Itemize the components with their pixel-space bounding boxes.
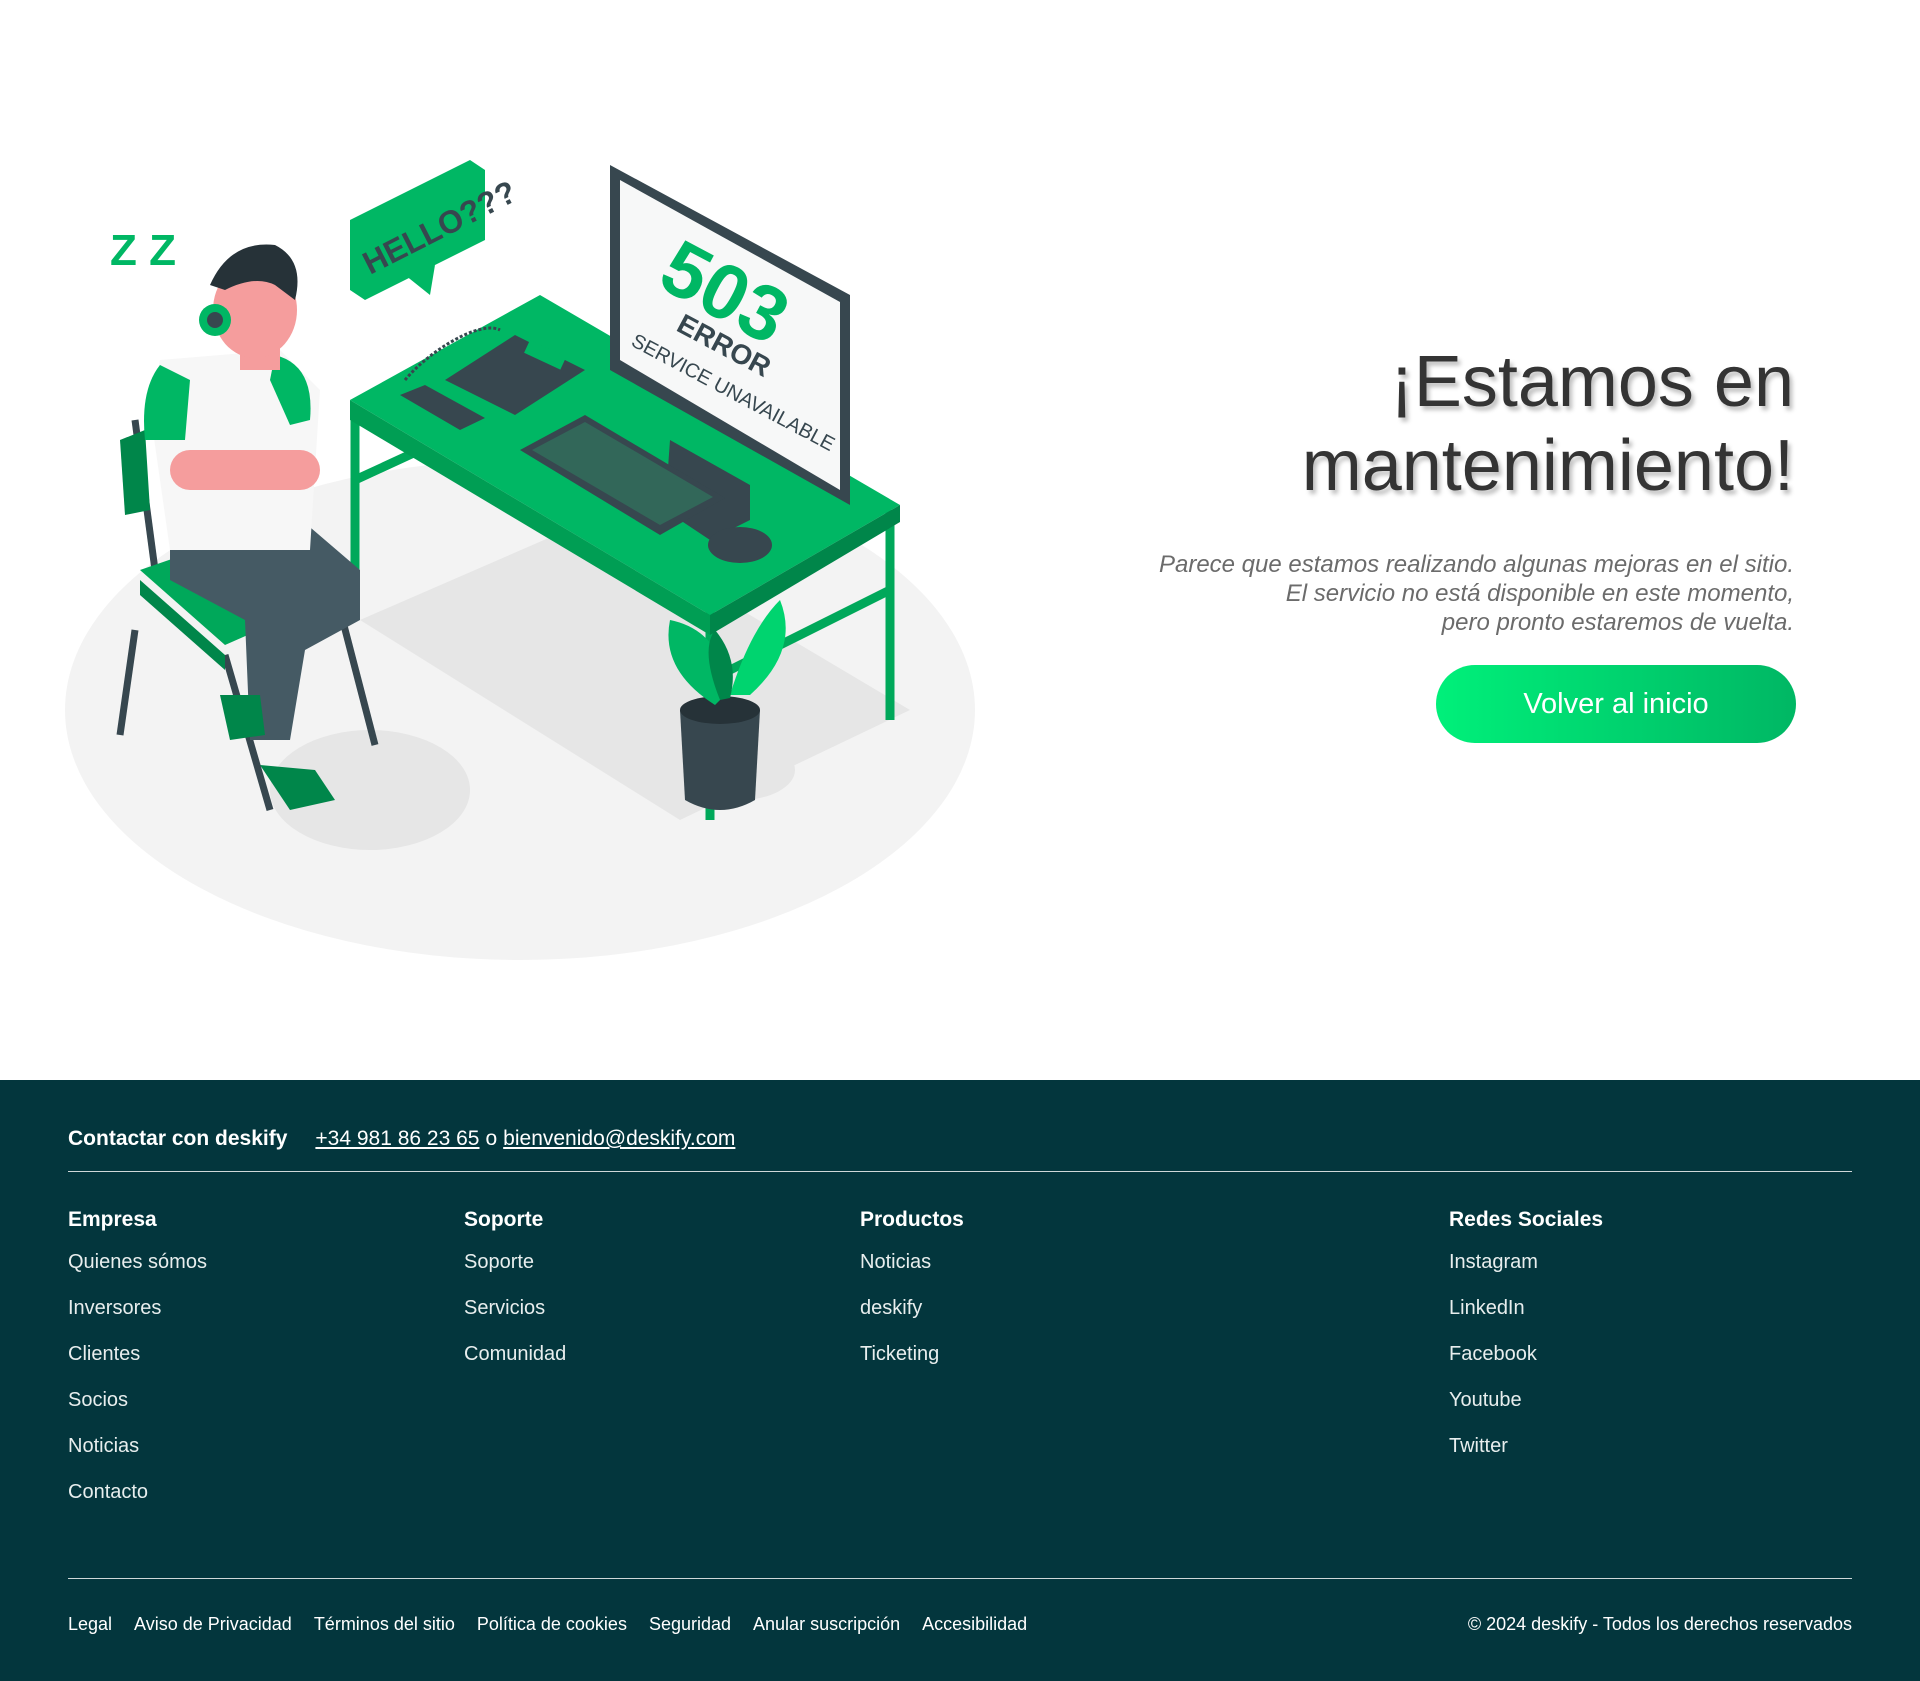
site-footer: Contactar con deskify +34 981 86 23 65 o…	[0, 1080, 1920, 1681]
back-home-button[interactable]: Volver al inicio	[1436, 665, 1796, 743]
copyright-text: © 2024 deskify - Todos los derechos rese…	[1467, 1614, 1852, 1634]
maintenance-illustration: 503 ERROR SERVICE UNAVAILABLE HELLO??? Z…	[65, 160, 975, 960]
footer-divider-bottom	[68, 1578, 1852, 1579]
footer-column-title: Productos	[860, 1208, 964, 1231]
contact-phone-link[interactable]: +34 981 86 23 65	[315, 1127, 479, 1151]
legal-link[interactable]: Seguridad	[649, 1614, 731, 1635]
sleep-letters: Z Z	[110, 226, 176, 275]
subtitle-line: pero pronto estaremos de vuelta.	[1441, 609, 1794, 636]
footer-link[interactable]: Ticketing	[860, 1342, 964, 1366]
footer-column-soporte: Soporte Soporte Servicios Comunidad	[464, 1208, 566, 1388]
footer-link[interactable]: Contacto	[68, 1480, 207, 1504]
footer-link[interactable]: Twitter	[1449, 1434, 1603, 1458]
footer-link[interactable]: LinkedIn	[1449, 1296, 1603, 1320]
footer-link[interactable]: Inversores	[68, 1296, 207, 1320]
footer-link[interactable]: Noticias	[68, 1434, 207, 1458]
legal-link[interactable]: Política de cookies	[477, 1614, 627, 1635]
legal-links: Legal Aviso de Privacidad Términos del s…	[68, 1614, 1049, 1635]
contact-separator: o	[485, 1127, 498, 1150]
footer-link[interactable]: Noticias	[860, 1250, 964, 1274]
legal-link[interactable]: Legal	[68, 1614, 112, 1635]
footer-link[interactable]: Quienes sómos	[68, 1250, 207, 1274]
contact-email-link[interactable]: bienvenido@deskify.com	[503, 1127, 735, 1151]
legal-link[interactable]: Términos del sitio	[314, 1614, 455, 1635]
legal-link[interactable]: Anular suscripción	[753, 1614, 900, 1635]
footer-column-redes-sociales: Redes Sociales Instagram LinkedIn Facebo…	[1449, 1208, 1603, 1480]
hero-section: 503 ERROR SERVICE UNAVAILABLE HELLO??? Z…	[0, 0, 1920, 1080]
footer-link[interactable]: Servicios	[464, 1296, 566, 1320]
footer-link[interactable]: Soporte	[464, 1250, 566, 1274]
mouse	[708, 527, 772, 563]
footer-link[interactable]: Instagram	[1449, 1250, 1603, 1274]
footer-column-empresa: Empresa Quienes sómos Inversores Cliente…	[68, 1208, 207, 1526]
legal-link[interactable]: Aviso de Privacidad	[134, 1614, 292, 1635]
footer-column-title: Empresa	[68, 1208, 157, 1231]
footer-link[interactable]: deskify	[860, 1296, 964, 1320]
footer-link[interactable]: Socios	[68, 1388, 207, 1412]
footer-column-title: Soporte	[464, 1208, 544, 1231]
footer-link[interactable]: Youtube	[1449, 1388, 1603, 1412]
footer-link[interactable]: Facebook	[1449, 1342, 1603, 1366]
page-title: ¡Estamos en mantenimiento!	[1301, 342, 1794, 506]
footer-divider-top	[68, 1171, 1852, 1172]
subtitle-line: Parece que estamos realizando algunas me…	[1158, 551, 1794, 578]
footer-link[interactable]: Clientes	[68, 1342, 207, 1366]
contact-row: Contactar con deskify +34 981 86 23 65 o…	[68, 1127, 735, 1167]
subtitle-line: El servicio no está disponible en este m…	[1285, 580, 1794, 607]
footer-column-productos: Productos Noticias deskify Ticketing	[860, 1208, 964, 1388]
contact-label: Contactar con deskify	[68, 1127, 288, 1150]
footer-link[interactable]: Comunidad	[464, 1342, 566, 1366]
page-subtitle: Parece que estamos realizando algunas me…	[1034, 550, 1794, 637]
footer-column-title: Redes Sociales	[1449, 1208, 1604, 1231]
legal-link[interactable]: Accesibilidad	[922, 1614, 1027, 1635]
